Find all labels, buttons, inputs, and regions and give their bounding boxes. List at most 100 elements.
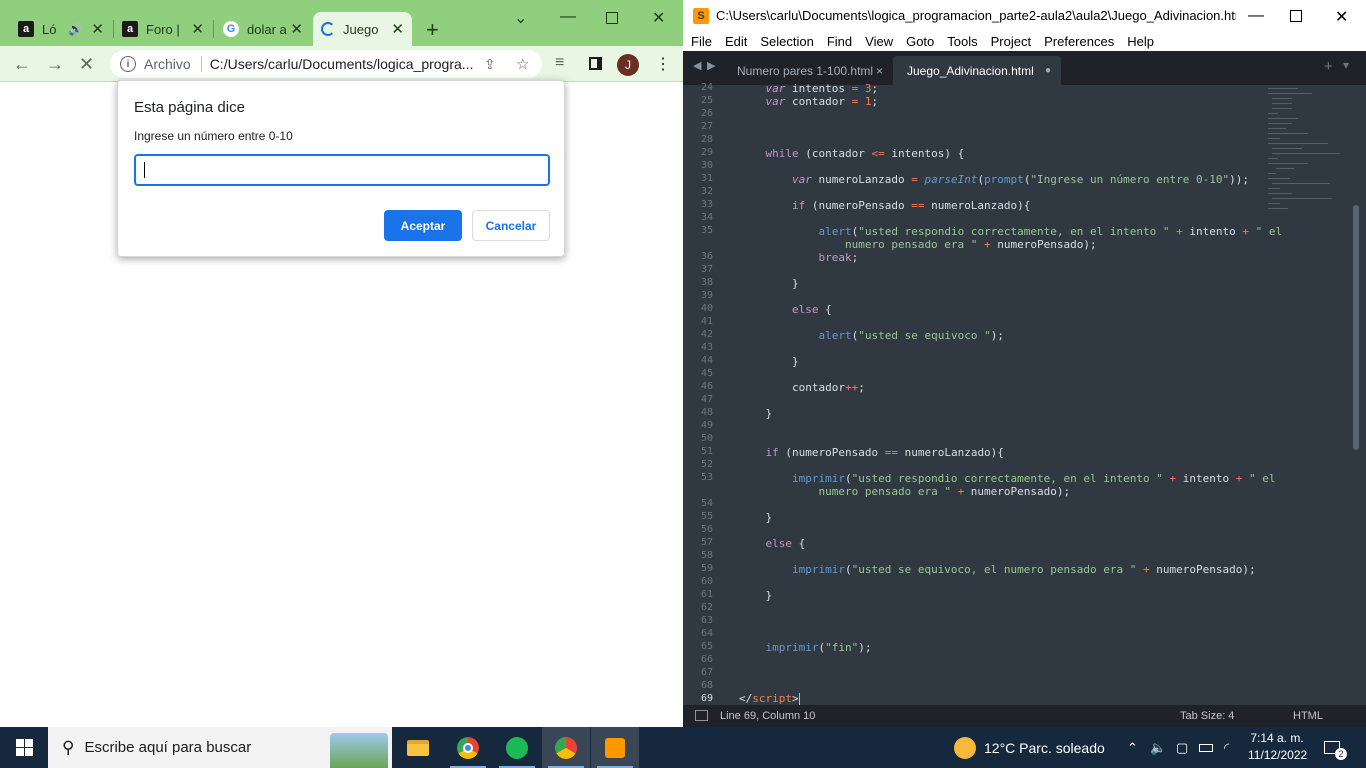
- minimize-icon[interactable]: —: [560, 8, 576, 26]
- unsaved-dot-icon[interactable]: ●: [1045, 65, 1051, 76]
- syntax-indicator[interactable]: HTML: [1293, 710, 1323, 722]
- close-icon[interactable]: ✕: [290, 20, 303, 38]
- profile-avatar[interactable]: J: [617, 54, 639, 76]
- line-number: 27: [700, 121, 713, 132]
- line-number: 38: [700, 277, 713, 288]
- maximize-icon[interactable]: [1290, 10, 1302, 22]
- line-number: 55: [700, 511, 713, 522]
- menu-find[interactable]: Find: [827, 34, 852, 49]
- scrollbar-thumb[interactable]: [1353, 205, 1359, 450]
- star-bookmark-icon[interactable]: ☆: [516, 55, 529, 73]
- share-icon[interactable]: ⇪: [484, 56, 496, 73]
- tab-scroll-left-icon[interactable]: ◀: [693, 59, 701, 72]
- tab-dropdown-icon[interactable]: ▾: [1343, 58, 1349, 72]
- menu-project[interactable]: Project: [991, 34, 1031, 49]
- clock[interactable]: 7:14 a. m. 11/12/2022: [1248, 731, 1307, 762]
- menu-tools[interactable]: Tools: [947, 34, 977, 49]
- line-number: 61: [700, 589, 713, 600]
- prompt-input[interactable]: [134, 154, 550, 186]
- tab-juego-adivinacion[interactable]: Juego_Adivinacion.html ●: [893, 56, 1061, 85]
- line-number: 49: [700, 420, 713, 431]
- vertical-scrollbar[interactable]: [1352, 85, 1360, 705]
- tab-scroll-right-icon[interactable]: ▶: [707, 59, 715, 72]
- line-number: 56: [700, 524, 713, 535]
- info-icon[interactable]: i: [120, 56, 136, 72]
- loading-spinner-icon: [321, 22, 335, 36]
- chrome-toolbar: ← → ✕ i Archivo C:/Users/carlu/Documents…: [0, 46, 683, 82]
- sublime-text-app-icon[interactable]: [591, 727, 639, 768]
- minimap-line: [1268, 188, 1280, 189]
- menu-selection[interactable]: Selection: [760, 34, 813, 49]
- close-icon[interactable]: ✕: [91, 20, 104, 38]
- minimap-line: [1268, 123, 1292, 124]
- line-number: 47: [700, 394, 713, 405]
- show-hidden-icons-icon[interactable]: ⌃: [1127, 727, 1138, 768]
- speaker-icon[interactable]: 🔊: [68, 22, 83, 36]
- chevron-down-icon[interactable]: ⌄: [514, 8, 527, 28]
- line-number: 29: [700, 147, 713, 158]
- menu-goto[interactable]: Goto: [906, 34, 934, 49]
- tab-google[interactable]: G dolar a ✕: [215, 12, 311, 46]
- accept-button[interactable]: Aceptar: [384, 210, 462, 241]
- spotify-icon[interactable]: [493, 727, 541, 768]
- media-queue-icon[interactable]: ≡: [555, 54, 564, 72]
- windows-start-icon[interactable]: [0, 727, 48, 768]
- menu-view[interactable]: View: [865, 34, 893, 49]
- minimap-line: [1268, 128, 1286, 129]
- line-number: 51: [700, 446, 713, 457]
- line-number: 60: [700, 576, 713, 587]
- forward-arrow-icon[interactable]: →: [46, 54, 64, 75]
- scheme-label: Archivo: [144, 56, 191, 72]
- menu-edit[interactable]: Edit: [725, 34, 747, 49]
- tab-alura-1[interactable]: a Ló 🔊 ✕: [10, 12, 112, 46]
- menu-file[interactable]: File: [691, 34, 712, 49]
- new-tab-plus-icon[interactable]: +: [1324, 58, 1333, 75]
- chrome-profile-app-icon[interactable]: [542, 727, 590, 768]
- minimap[interactable]: [1266, 85, 1346, 235]
- url-text[interactable]: C:/Users/carlu/Documents/logica_progra..…: [210, 56, 474, 72]
- close-icon[interactable]: ✕: [391, 20, 404, 38]
- line-number: 52: [700, 459, 713, 470]
- tab-label: Juego_Adivinacion.html: [907, 63, 1034, 78]
- tab-juego-active[interactable]: Juego ✕: [313, 12, 412, 46]
- tab-size-indicator[interactable]: Tab Size: 4: [1180, 710, 1234, 722]
- wifi-icon[interactable]: ◜: [1224, 727, 1229, 768]
- back-arrow-icon[interactable]: ←: [13, 54, 31, 75]
- line-number: 30: [700, 160, 713, 171]
- speaker-icon[interactable]: 🔈: [1150, 727, 1166, 768]
- taskbar-search[interactable]: ⚲ Escribe aquí para buscar: [48, 727, 392, 768]
- minimap-line: [1268, 208, 1288, 209]
- line-number: 67: [700, 667, 713, 678]
- side-panel-icon[interactable]: [589, 57, 602, 70]
- sidebar-toggle-icon[interactable]: [695, 710, 708, 721]
- meet-now-icon[interactable]: ▢: [1176, 727, 1188, 768]
- minimap-line: [1268, 178, 1290, 179]
- notification-count-badge: 2: [1335, 747, 1347, 760]
- maximize-icon[interactable]: [606, 12, 618, 24]
- menu-kebab-icon[interactable]: ⋮: [655, 54, 671, 74]
- tab-alura-foro[interactable]: a Foro | ✕: [114, 12, 212, 46]
- battery-icon[interactable]: [1199, 727, 1213, 768]
- notifications-icon[interactable]: 2: [1324, 727, 1352, 768]
- menu-preferences[interactable]: Preferences: [1044, 34, 1114, 49]
- close-icon[interactable]: ✕: [191, 20, 204, 38]
- minimap-line: [1268, 113, 1278, 114]
- address-bar[interactable]: i Archivo C:/Users/carlu/Documents/logic…: [110, 50, 542, 78]
- cancel-button[interactable]: Cancelar: [472, 210, 550, 241]
- line-number: 65: [700, 641, 713, 652]
- close-window-icon[interactable]: ✕: [652, 8, 665, 28]
- tab-label: dolar a: [247, 21, 287, 37]
- minimize-icon[interactable]: —: [1248, 7, 1264, 25]
- new-tab-icon[interactable]: +: [426, 17, 439, 43]
- weather-widget[interactable]: 12°C Parc. soleado: [954, 727, 1105, 768]
- stop-loading-icon[interactable]: ✕: [79, 54, 94, 75]
- close-window-icon[interactable]: ✕: [1335, 7, 1348, 27]
- file-explorer-icon[interactable]: [394, 727, 442, 768]
- tab-numero-pares[interactable]: Numero pares 1-100.html ×: [723, 56, 893, 85]
- line-number: 68: [700, 680, 713, 691]
- line-number: 46: [700, 381, 713, 392]
- menu-help[interactable]: Help: [1127, 34, 1154, 49]
- chrome-app-icon[interactable]: [444, 727, 492, 768]
- code-area[interactable]: var intentos = 3; var contador = 1; whil…: [739, 82, 1299, 705]
- close-icon[interactable]: ×: [876, 64, 883, 78]
